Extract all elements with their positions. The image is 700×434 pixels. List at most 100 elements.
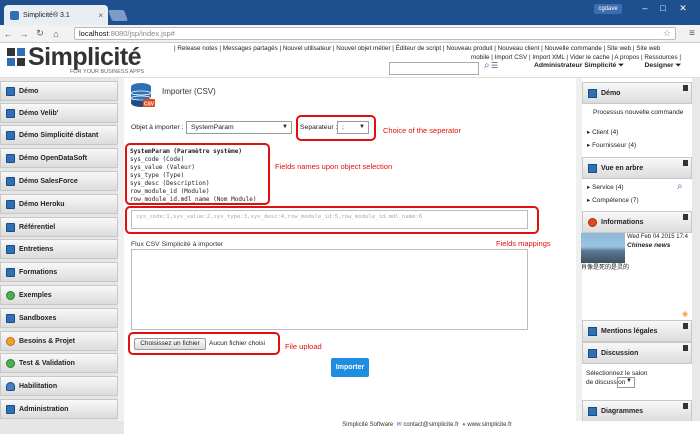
- chat-icon: [588, 348, 597, 358]
- widget-demo-title: Démo: [601, 89, 621, 97]
- folder-icon: [6, 313, 15, 323]
- sidebar-item-d-mo-simplicit-distant[interactable]: Démo Simplicité distant: [0, 125, 118, 145]
- minimize-icon[interactable]: –: [636, 3, 654, 13]
- sidebar-item-exemples[interactable]: Exemples: [0, 285, 118, 305]
- sidebar-item-d-mo-opendatasoft[interactable]: Démo OpenDataSoft: [0, 148, 118, 168]
- flux-textarea[interactable]: [131, 249, 528, 330]
- footer-email[interactable]: contact@simplicite.fr: [403, 422, 458, 428]
- flux-label: Flux CSV Simplicité à importer: [131, 241, 224, 248]
- sidebar-item-label: Exemples: [19, 291, 52, 299]
- forward-icon[interactable]: →: [16, 29, 32, 39]
- sidebar-item-d-mo-heroku[interactable]: Démo Heroku: [0, 194, 118, 214]
- pin-icon[interactable]: [683, 345, 688, 351]
- header-links-line2[interactable]: mobile | Import CSV | Import XML | Vider…: [174, 53, 689, 62]
- admin-menu[interactable]: Administrateur Simplicité: [534, 62, 616, 69]
- home-icon[interactable]: ⌂: [48, 29, 64, 39]
- sidebar-item-entretiens[interactable]: Entretiens: [0, 239, 118, 259]
- sidebar-item-habilitation[interactable]: Habilitation: [0, 376, 118, 396]
- designer-menu[interactable]: Designer: [644, 62, 673, 69]
- annotation-separator: Choice of the seperator: [383, 126, 461, 135]
- folder-icon: [588, 88, 597, 98]
- url-input[interactable]: localhost:8080/jsp/index.jsp# ☆: [74, 27, 676, 40]
- user-menu[interactable]: Administrateur Simplicité ⏷ Designer ⏷: [534, 62, 681, 70]
- sidebar-item-label: Démo: [19, 87, 39, 95]
- search-input[interactable]: [389, 62, 479, 75]
- object-select[interactable]: SystemParam ▼: [186, 121, 292, 134]
- news-caption[interactable]: 肖像是死的是灵的: [581, 264, 629, 273]
- rss-icon[interactable]: ◉: [682, 310, 688, 318]
- footer-site[interactable]: www.simplicite.fr: [467, 422, 511, 428]
- sidebar-item-d-mo[interactable]: Démo: [0, 81, 118, 101]
- folder-icon: [6, 153, 15, 163]
- list-item[interactable]: ▸ Compétence (7): [587, 196, 639, 205]
- profile-badge[interactable]: cgdave: [594, 4, 622, 14]
- pin-icon[interactable]: [683, 323, 688, 329]
- pin-icon[interactable]: [683, 85, 688, 91]
- browser-tab[interactable]: Simplicité® 3.1 ×: [4, 5, 108, 25]
- pin-icon[interactable]: [683, 214, 688, 220]
- annotation-mappings: Fields mappings: [496, 239, 551, 248]
- bookmark-star-icon[interactable]: ☆: [663, 28, 671, 39]
- sidebar-item-test-validation[interactable]: Test & Validation: [0, 353, 118, 373]
- pin-icon[interactable]: [683, 160, 688, 166]
- widget-info-header[interactable]: Informations: [582, 211, 692, 233]
- widget-legal-header[interactable]: Mentions légales: [582, 320, 692, 342]
- widget-discussion-title: Discussion: [601, 349, 639, 357]
- sidebar-item-r-f-rentiel[interactable]: Référentiel: [0, 217, 118, 237]
- annotation-fields: Fields names upon object selection: [275, 162, 393, 171]
- sidebar-item-label: Démo Simplicité distant: [19, 131, 99, 139]
- sidebar-item-label: Besoins & Projet: [19, 337, 76, 345]
- sidebar-item-d-mo-velib[interactable]: Démo Velib': [0, 103, 118, 123]
- tree-icon: [588, 163, 597, 173]
- list-item[interactable]: ▸ Fournisseur (4): [587, 141, 636, 150]
- chevron-down-icon: ⏷: [618, 62, 624, 69]
- sidebar-item-formations[interactable]: Formations: [0, 262, 118, 282]
- back-icon[interactable]: ←: [0, 29, 16, 39]
- widget-diagrams-header[interactable]: Diagrammes: [582, 400, 692, 422]
- field-item: row_module_id.mdl_name (Nom Module): [130, 196, 257, 203]
- sidebar-item-sandboxes[interactable]: Sandboxes: [0, 308, 118, 328]
- list-item[interactable]: ▸ Client (4): [587, 128, 618, 137]
- widget-demo-header[interactable]: Démo: [582, 82, 692, 104]
- logo[interactable]: Simplicité FOR YOUR BUSINESS APPS: [6, 44, 174, 78]
- database-icon: CSV: [130, 83, 155, 108]
- sidebar-item-administration[interactable]: Administration: [0, 399, 118, 419]
- file-status: Aucun fichier choisi: [209, 340, 265, 347]
- news-source[interactable]: Chinese news: [627, 241, 670, 250]
- news-image[interactable]: [581, 233, 625, 263]
- search-icon[interactable]: ⌕: [677, 181, 683, 192]
- sidebar-item-label: Formations: [19, 268, 58, 276]
- flask-icon: [6, 290, 15, 300]
- header-links[interactable]: | Release notes | Messages partagés | No…: [174, 44, 689, 62]
- address-bar-row: ← → ↻ ⌂ localhost:8080/jsp/index.jsp# ☆ …: [0, 25, 700, 43]
- maximize-icon[interactable]: □: [654, 3, 672, 13]
- choose-file-button[interactable]: Choisissez un fichier: [134, 338, 206, 350]
- list-item-label: Client (4): [592, 129, 619, 136]
- browser-menu-icon[interactable]: ≡: [684, 28, 700, 39]
- list-item-label: Fournisseur (4): [592, 142, 637, 149]
- discussion-select[interactable]: ▼: [617, 377, 635, 388]
- sidebar-item-besoins-projet[interactable]: Besoins & Projet: [0, 331, 118, 351]
- pin-icon[interactable]: [683, 403, 688, 409]
- search-menu-icon[interactable]: ☰: [491, 61, 498, 70]
- reload-icon[interactable]: ↻: [32, 28, 48, 39]
- list-item[interactable]: Processus nouvelle commande: [593, 108, 685, 117]
- search-icon[interactable]: ⌕: [484, 60, 490, 71]
- close-tab-icon[interactable]: ×: [98, 11, 103, 20]
- widget-tree-header[interactable]: Vue en arbre: [582, 157, 692, 179]
- separator-select[interactable]: ; ▼: [337, 121, 369, 134]
- page-scrollbar[interactable]: [692, 78, 700, 421]
- widget-discussion-header[interactable]: Discussion: [582, 342, 692, 364]
- tab-title: Simplicité® 3.1: [23, 11, 70, 19]
- sidebar-item-d-mo-salesforce[interactable]: Démo SalesForce: [0, 171, 118, 191]
- sidebar-item-label: Sandboxes: [19, 314, 57, 322]
- list-item[interactable]: ▸ Service (4): [587, 183, 624, 192]
- folder-icon: [6, 176, 15, 186]
- user-icon: [6, 381, 15, 391]
- folder-icon: [6, 404, 15, 414]
- import-button[interactable]: Importer: [331, 358, 369, 377]
- list-item-label: Compétence (7): [592, 197, 639, 204]
- header-links-line1[interactable]: | Release notes | Messages partagés | No…: [174, 44, 689, 53]
- mapping-input[interactable]: sys_code:1,sys_value:2,sys_type:3,sys_de…: [131, 210, 528, 229]
- close-window-icon[interactable]: ✕: [674, 3, 692, 14]
